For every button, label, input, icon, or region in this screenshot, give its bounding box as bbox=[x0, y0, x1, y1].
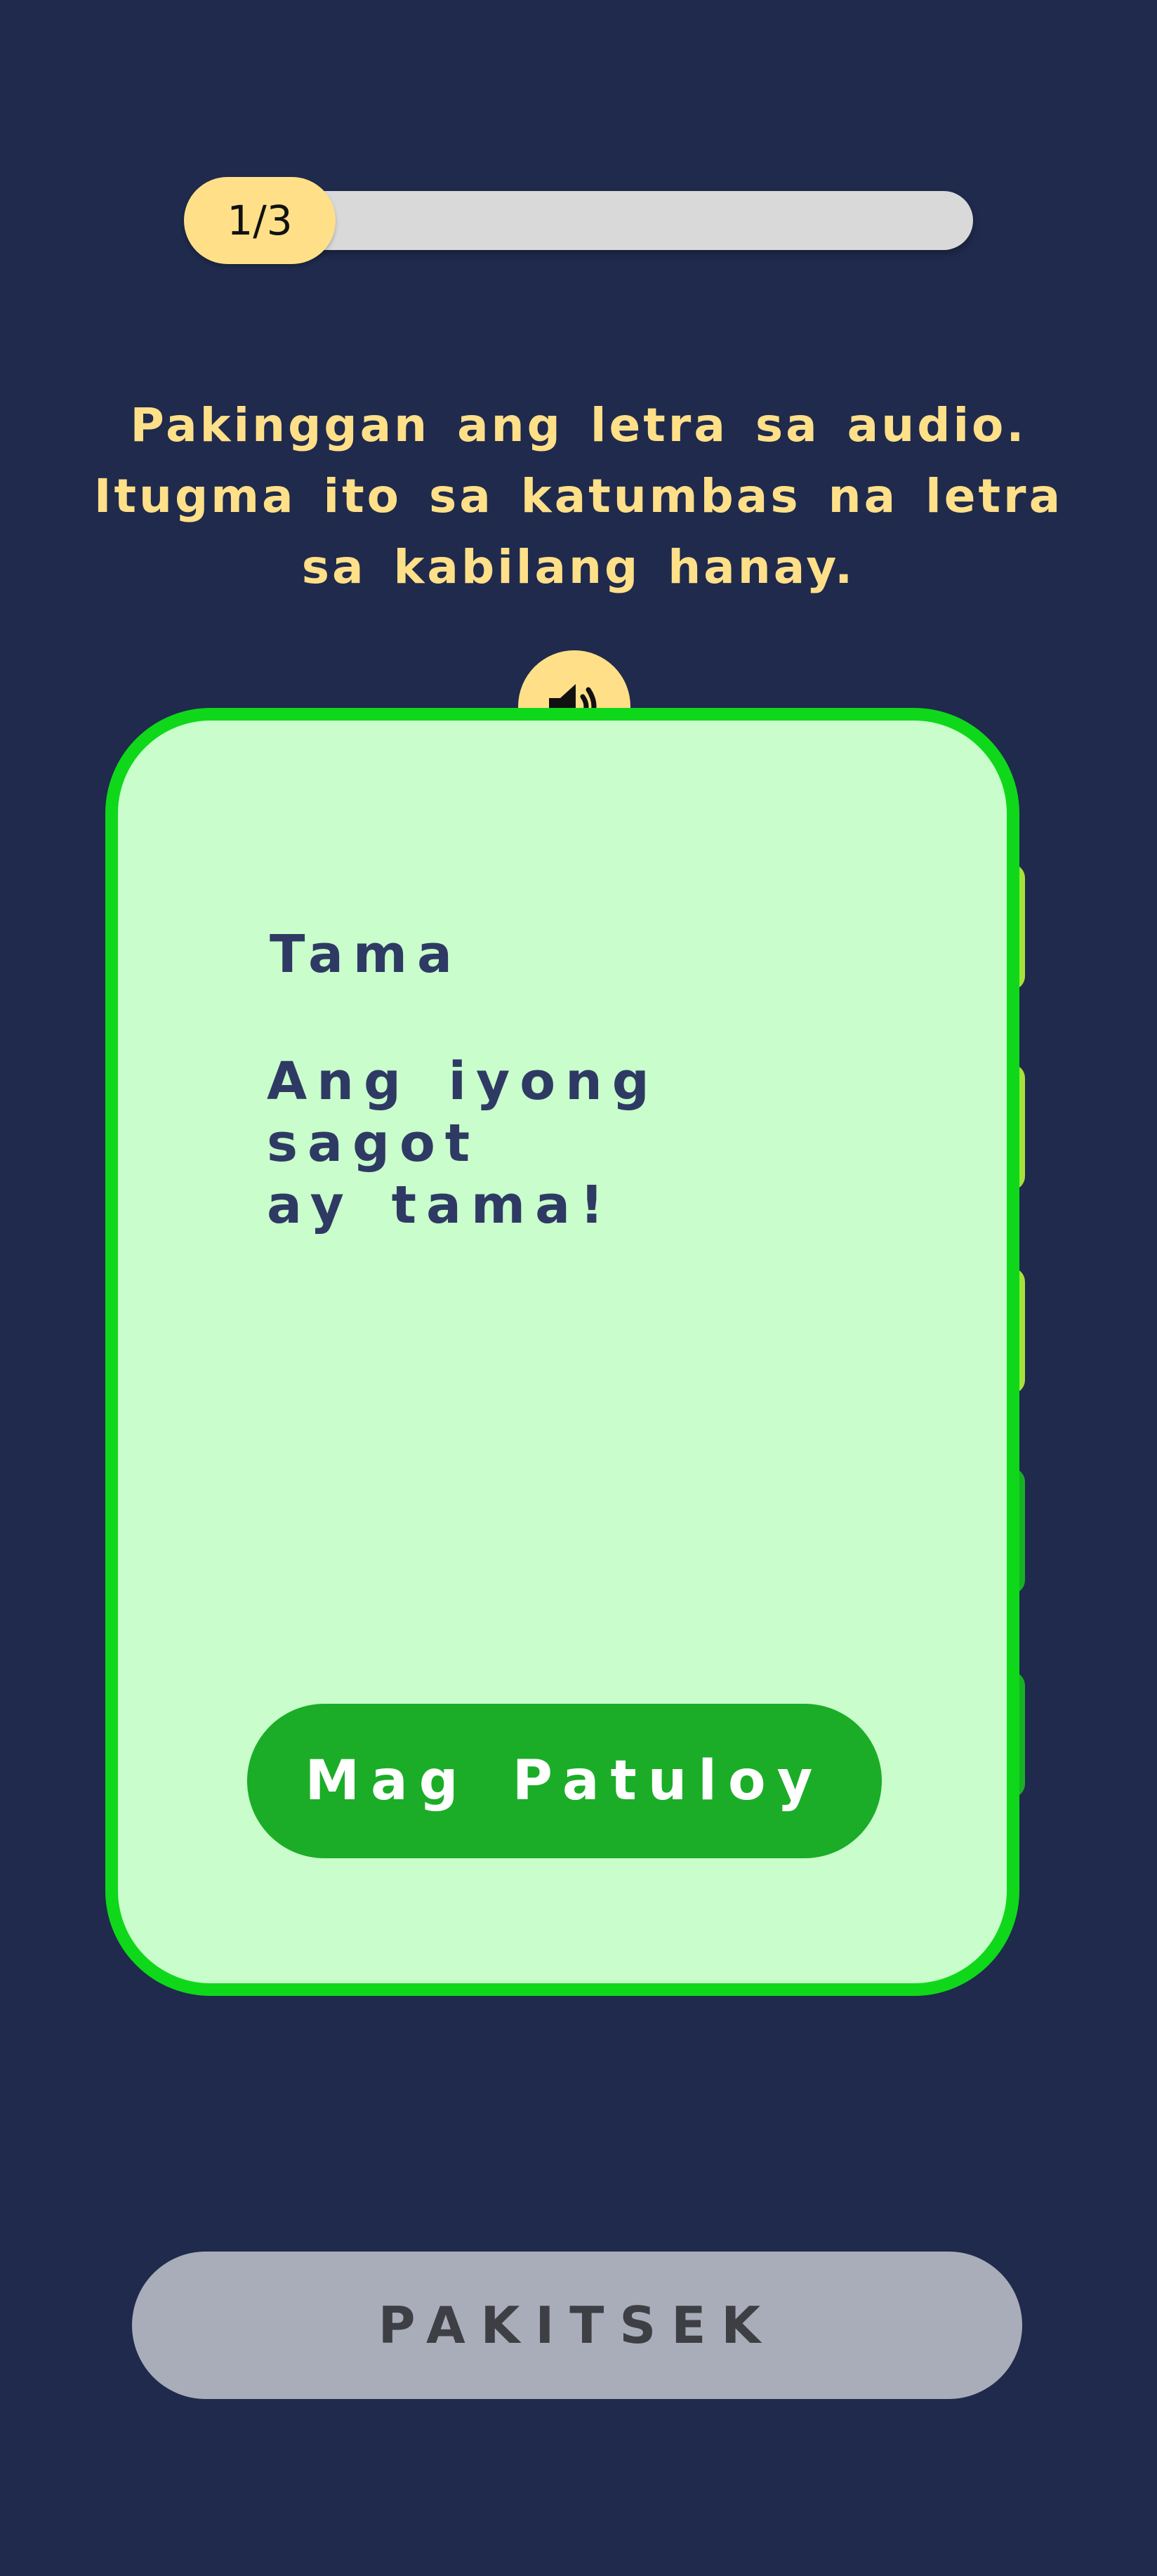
progress-counter: 1/3 bbox=[184, 177, 336, 264]
feedback-message: Ang iyong sagot ay tama! bbox=[267, 1051, 899, 1236]
feedback-title: Tama bbox=[270, 924, 462, 985]
instruction-line: Pakinggan ang letra sa audio. bbox=[130, 398, 1027, 452]
feedback-message-line: ay tama! bbox=[267, 1175, 614, 1235]
feedback-card: Tama Ang iyong sagot ay tama! Mag Patulo… bbox=[105, 708, 1019, 1996]
instruction-line: sa kabilang hanay. bbox=[301, 540, 856, 594]
continue-button[interactable]: Mag Patuloy bbox=[247, 1704, 882, 1858]
feedback-message-line: Ang iyong sagot bbox=[267, 1051, 659, 1174]
instruction-line: Itugma ito sa katumbas na letra bbox=[93, 469, 1064, 523]
check-button[interactable]: PAKITSEK bbox=[132, 2252, 1022, 2399]
instruction-text: Pakinggan ang letra sa audio. Itugma ito… bbox=[84, 390, 1073, 603]
